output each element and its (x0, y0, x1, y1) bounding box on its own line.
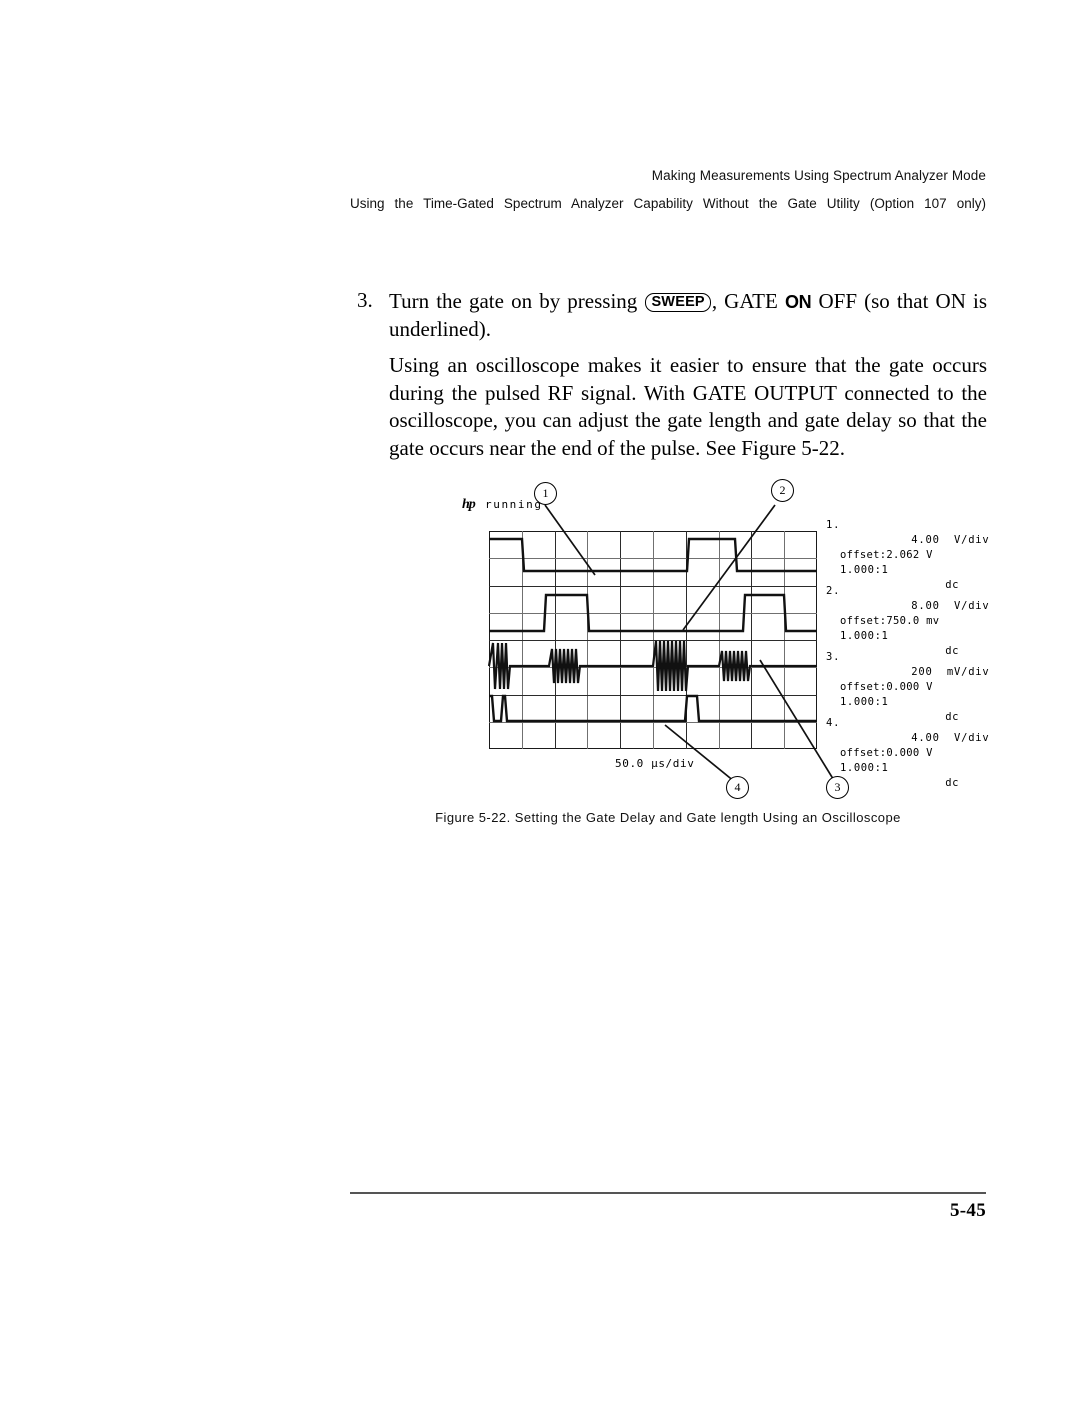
callout-marker-4: 4 (726, 776, 749, 799)
gate-on-state: ON (784, 292, 812, 312)
paragraph-line-1: Using an oscilloscope makes it easier to… (389, 353, 987, 377)
callout-marker-1: 1 (534, 482, 557, 505)
step-text-after-key: , GATE (711, 289, 778, 313)
callout-marker-2: 2 (771, 479, 794, 502)
oscilloscope-figure: hp running 50.0 µs/div 1 2 3 4 1. 4.00 V… (430, 470, 989, 830)
callout-marker-3: 3 (826, 776, 849, 799)
step-line-2: underlined). (389, 317, 492, 341)
sweep-key-button[interactable]: SWEEP (645, 293, 711, 312)
manual-page: Making Measurements Using Spectrum Analy… (0, 0, 1080, 1408)
step-text-after-state: OFF (so that ON is (818, 289, 988, 313)
paragraph-line-3: oscilloscope, you can adjust the gate le… (389, 408, 987, 432)
body-paragraph: Using an oscilloscope makes it easier to… (389, 352, 987, 462)
section-title: Using the Time-Gated Spectrum Analyzer C… (350, 196, 986, 211)
step-item: 3. Turn the gate on by pressing SWEEP, G… (357, 288, 987, 343)
running-head: Making Measurements Using Spectrum Analy… (651, 168, 986, 183)
paragraph-line-2: during the pulsed RF signal. With GATE O… (389, 380, 987, 405)
step-number: 3. (357, 288, 373, 312)
paragraph-line-4: gate occurs near the end of the pulse. S… (389, 435, 846, 460)
page-number: 5-45 (949, 1200, 986, 1221)
callout-leader-lines (544, 504, 836, 783)
step-text: Turn the gate on by pressing SWEEP, GATE… (389, 288, 987, 343)
footer-divider (350, 1192, 986, 1194)
step-text-before-key: Turn the gate on by pressing (389, 289, 638, 313)
